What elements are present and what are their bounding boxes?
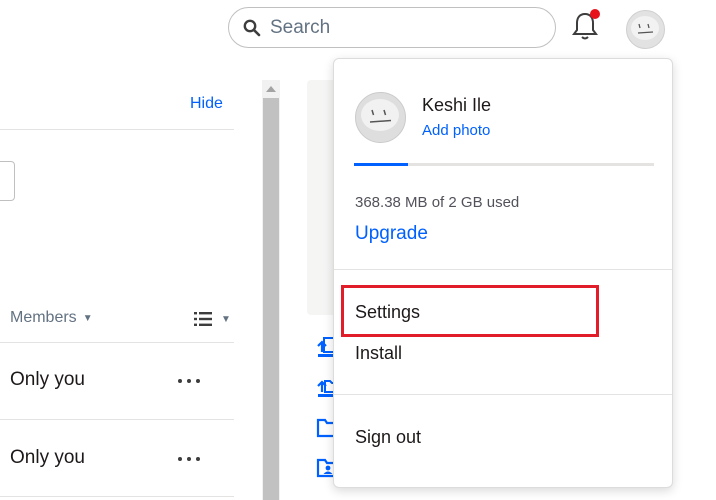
partial-input-box[interactable] — [0, 161, 15, 201]
search-box[interactable] — [228, 7, 556, 48]
more-options-icon[interactable] — [178, 377, 200, 385]
table-row-divider — [0, 496, 234, 497]
storage-usage-fill — [354, 163, 408, 166]
search-input[interactable] — [270, 16, 530, 39]
table-row-divider — [0, 342, 234, 343]
install-menu-item[interactable]: Install — [355, 343, 402, 364]
search-icon — [243, 19, 261, 37]
account-menu: Keshi Ile Add photo 368.38 MB of 2 GB us… — [333, 58, 673, 488]
caret-down-icon: ▼ — [82, 312, 93, 324]
sign-out-menu-item[interactable]: Sign out — [355, 427, 421, 448]
settings-menu-item[interactable]: Settings — [355, 302, 420, 323]
storage-usage-bar — [354, 163, 654, 166]
divider — [0, 129, 234, 130]
view-toggle-button[interactable]: ▼ — [194, 309, 234, 329]
storage-usage-text: 368.38 MB of 2 GB used — [355, 194, 520, 211]
members-column-header[interactable]: Members ▼ — [10, 309, 93, 327]
list-view-icon — [194, 312, 212, 326]
scrollbar-thumb[interactable] — [263, 98, 279, 500]
scroll-up-arrow[interactable] — [262, 80, 280, 98]
menu-divider — [334, 269, 672, 270]
table-row-divider — [0, 419, 234, 420]
notification-badge — [590, 9, 600, 19]
menu-divider — [334, 394, 672, 395]
caret-down-icon: ▼ — [221, 313, 231, 325]
account-avatar-button[interactable] — [625, 9, 666, 50]
user-name: Keshi Ile — [422, 95, 492, 115]
table-row-sharing: Only you — [10, 447, 85, 468]
table-row-sharing: Only you — [10, 369, 85, 390]
avatar-icon — [355, 92, 406, 143]
more-options-icon[interactable] — [178, 455, 200, 463]
members-header-label: Members — [10, 309, 77, 326]
avatar-icon — [626, 10, 665, 49]
add-photo-link[interactable]: Add photo — [422, 122, 490, 139]
notifications-button[interactable] — [570, 9, 600, 42]
upgrade-link[interactable]: Upgrade — [355, 223, 428, 245]
hide-link[interactable]: Hide — [190, 95, 223, 113]
